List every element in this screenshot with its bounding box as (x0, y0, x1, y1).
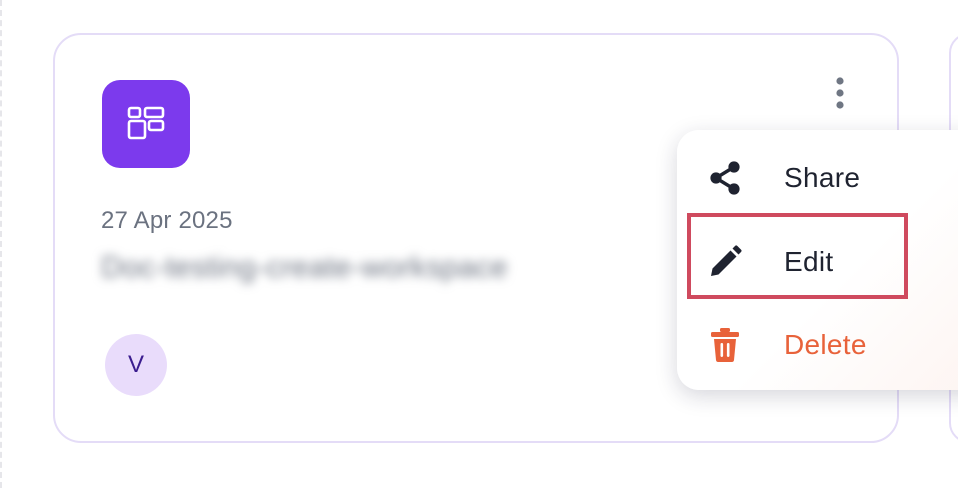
workspace-title[interactable]: Doc-testing-create-workspace (101, 251, 508, 285)
menu-item-label: Share (784, 162, 861, 193)
more-options-button[interactable] (825, 71, 855, 115)
grid-layout-icon (102, 80, 190, 168)
page: 27 Apr 2025 Doc-testing-create-workspace… (0, 0, 958, 488)
created-date: 27 Apr 2025 (101, 207, 233, 234)
menu-item-label: Delete (784, 329, 867, 360)
menu-item-delete[interactable]: Delete (677, 305, 958, 385)
share-icon (707, 160, 743, 196)
left-guide-line (0, 0, 2, 488)
vertical-dots-icon (836, 77, 844, 109)
avatar: V (105, 334, 167, 396)
avatar-initial: V (127, 351, 144, 378)
context-menu: Share Edit Delete (677, 130, 958, 390)
trash-icon (707, 327, 743, 363)
menu-item-share[interactable]: Share (677, 138, 958, 218)
edit-highlight-box (687, 213, 908, 299)
